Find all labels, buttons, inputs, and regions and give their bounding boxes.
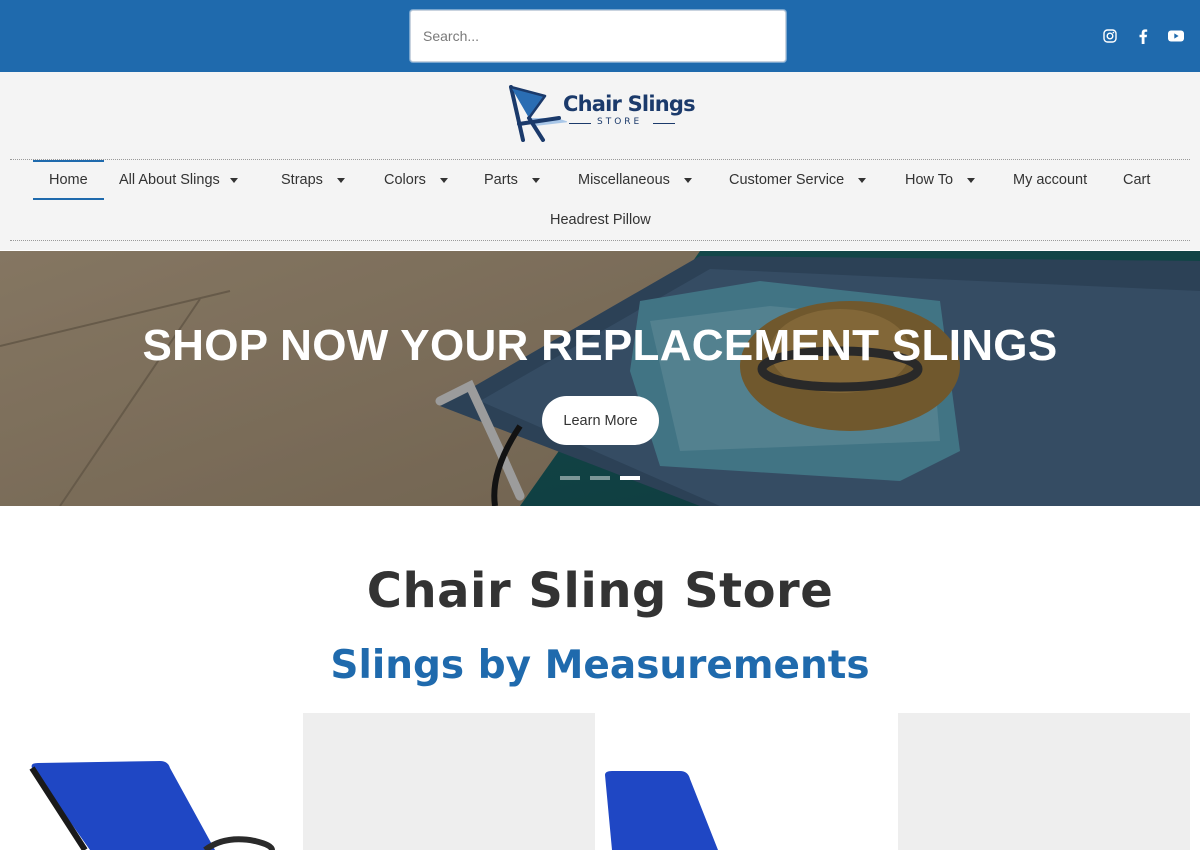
nav-label: Colors — [384, 172, 426, 188]
hero-title: SHOP NOW YOUR REPLACEMENT SLINGS — [142, 321, 1058, 370]
caret-down-icon — [683, 177, 692, 183]
nav-straps[interactable]: Straps — [281, 160, 345, 200]
nav-how-to[interactable]: How To — [905, 160, 976, 200]
nav-headrest-pillow[interactable]: Headrest Pillow — [550, 200, 651, 240]
caret-down-icon — [967, 177, 976, 183]
top-bar — [0, 0, 1200, 72]
logo-sub: STORE — [597, 117, 643, 127]
search-input[interactable] — [411, 11, 785, 61]
nav-customer-service[interactable]: Customer Service — [729, 160, 867, 200]
nav-label: All About Slings — [119, 172, 220, 188]
logo-divider — [569, 123, 591, 124]
product-card[interactable] — [10, 713, 302, 850]
product-card[interactable] — [303, 713, 595, 850]
nav-label: Cart — [1123, 172, 1151, 188]
facebook-icon[interactable] — [1133, 26, 1153, 46]
slider-dot-3[interactable] — [620, 476, 640, 480]
caret-down-icon — [336, 177, 345, 183]
nav-label: Home — [49, 172, 88, 188]
search-box[interactable] — [410, 10, 786, 62]
caret-down-icon — [858, 177, 867, 183]
youtube-icon[interactable] — [1166, 26, 1186, 46]
nav-label: How To — [905, 172, 954, 188]
logo-divider — [653, 123, 675, 124]
nav-label: Parts — [484, 172, 518, 188]
nav-miscellaneous[interactable]: Miscellaneous — [578, 160, 692, 200]
product-card[interactable] — [600, 713, 892, 850]
nav-label: Headrest Pillow — [550, 212, 651, 228]
logo-name: Chair Slings — [563, 92, 696, 116]
nav-home[interactable]: Home — [33, 160, 104, 200]
nav-label: Miscellaneous — [578, 172, 670, 188]
product-card[interactable] — [898, 713, 1190, 850]
nav-label: Straps — [281, 172, 323, 188]
caret-down-icon — [229, 177, 238, 183]
page-title: Chair Sling Store — [366, 563, 834, 619]
site-logo[interactable]: Chair Slings STORE — [507, 84, 697, 142]
chair-logo-icon — [509, 85, 567, 142]
slider-dot-1[interactable] — [560, 476, 580, 480]
nav-bottom-rule — [10, 240, 1190, 241]
caret-down-icon — [531, 177, 540, 183]
instagram-icon[interactable] — [1100, 26, 1120, 46]
hero-overlay — [0, 251, 1200, 506]
learn-more-button[interactable]: Learn More — [542, 396, 659, 445]
chair-image — [605, 771, 718, 850]
hero-slider: SHOP NOW YOUR REPLACEMENT SLINGS Learn M… — [0, 251, 1200, 506]
caret-down-icon — [439, 177, 448, 183]
nav-my-account[interactable]: My account — [1013, 160, 1087, 200]
nav-all-about-slings[interactable]: All About Slings — [119, 160, 238, 200]
nav-colors[interactable]: Colors — [384, 160, 448, 200]
nav-label: My account — [1013, 172, 1088, 188]
section-title: Slings by Measurements — [330, 643, 870, 688]
nav-cart[interactable]: Cart — [1123, 160, 1150, 200]
nav-parts[interactable]: Parts — [484, 160, 540, 200]
chair-image — [29, 761, 275, 850]
nav-label: Customer Service — [729, 172, 845, 188]
slider-dot-2[interactable] — [590, 476, 610, 480]
